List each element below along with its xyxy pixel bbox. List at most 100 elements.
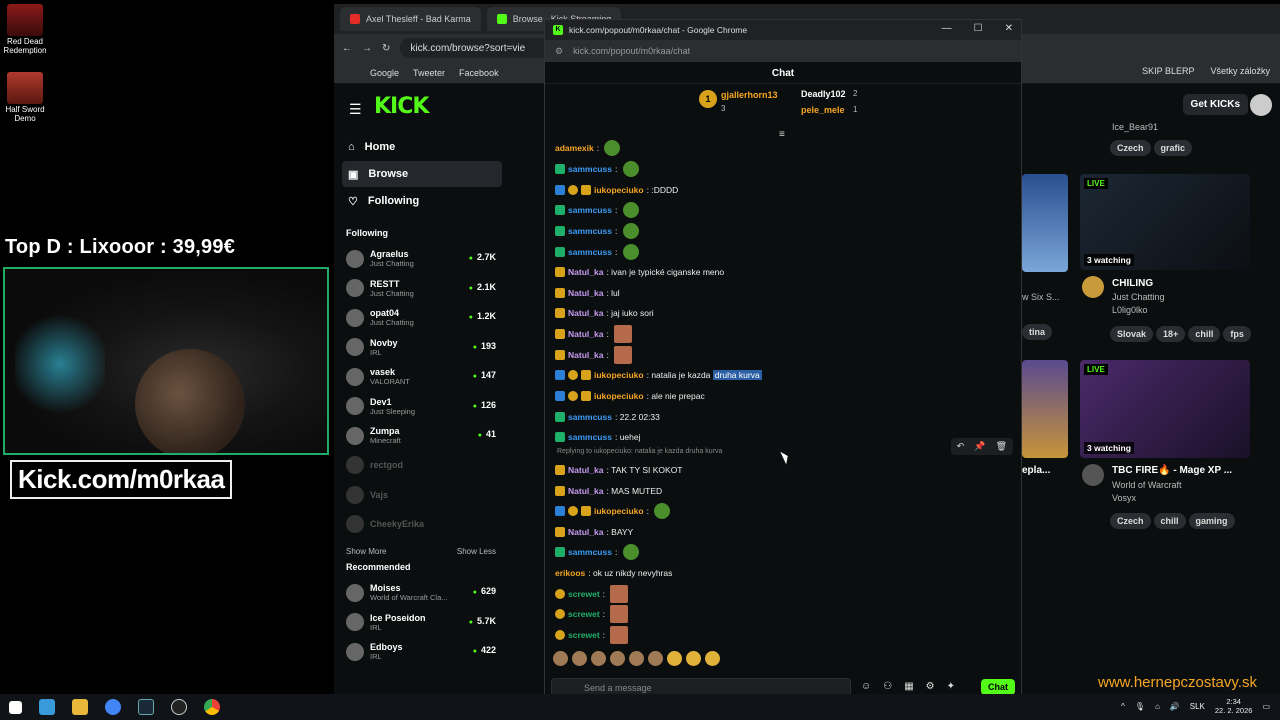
settings-icon[interactable]: ⚙ [926,681,935,692]
minimize-icon[interactable]: — [942,23,952,34]
following-item[interactable]: Dev1 Just Sleeping 126 [342,392,502,422]
chat-message[interactable]: Natul_ka: TAK TY SI KOKOT [545,460,1021,481]
chat-username[interactable]: sammcuss [568,547,612,557]
chat-username[interactable]: Natul_ka [568,329,603,339]
pin-icon[interactable]: 📌 [974,441,985,452]
chat-message[interactable]: iukopeciuko: [545,501,1021,522]
recommended-item[interactable]: Edboys IRL 422 [342,637,502,667]
tag[interactable]: Czech [1110,513,1151,529]
chat-message[interactable]: Natul_ka: [545,324,1021,345]
channel-avatar[interactable] [1082,276,1104,298]
following-item-offline[interactable]: rectgod [342,451,502,481]
chat-message[interactable]: sammcuss: [545,221,1021,242]
emote-icon[interactable] [629,651,644,666]
desktop-icon-half-sword[interactable]: Half Sword Demo [0,72,50,124]
notifications-icon[interactable]: ▭ [1262,702,1270,711]
desktop-icon-red-dead[interactable]: Red Dead Redemption [0,4,50,56]
file-explorer-icon[interactable] [72,699,88,715]
user-avatar[interactable] [1250,94,1272,116]
mic-icon[interactable]: 🎙 [1135,702,1145,711]
keyboard-language[interactable]: SLK [1190,702,1205,711]
chat-username[interactable]: screwet [568,630,600,640]
stream-thumbnail[interactable] [1022,360,1068,458]
emote-icon[interactable] [686,651,701,666]
chat-username[interactable]: screwet [568,589,600,599]
chevron-up-icon[interactable]: ^ [1121,702,1125,711]
chat-username[interactable]: screwet [568,609,600,619]
following-item[interactable]: RESTT Just Chatting 2.1K [342,274,502,304]
chat-username[interactable]: sammcuss [568,164,612,174]
browser-icon[interactable] [105,699,121,715]
tag[interactable]: 18+ [1156,326,1186,342]
back-icon[interactable]: ← [342,43,352,54]
steam-icon[interactable] [138,699,154,715]
chat-message[interactable]: Natul_ka: lul [545,282,1021,303]
chat-username[interactable]: sammcuss [568,205,612,215]
emote-icon[interactable] [705,651,720,666]
card-channel[interactable]: Vosyx [1112,493,1136,503]
leaderboard-name[interactable]: pele_mele [801,105,845,115]
kicks-icon[interactable]: ✦ [947,681,955,692]
following-item[interactable]: vasek VALORANT 147 [342,362,502,392]
obs-icon[interactable] [171,699,187,715]
stream-thumbnail-tbc[interactable]: LIVE 3 watching [1080,360,1250,458]
following-item[interactable]: Novby IRL 193 [342,333,502,363]
chat-username[interactable]: erikoos [555,568,585,578]
gift-icon[interactable]: ▦ [904,681,913,692]
tag[interactable]: chill [1188,326,1221,342]
chat-username[interactable]: sammcuss [568,247,612,257]
users-icon[interactable]: ⚇ [883,681,892,692]
volume-icon[interactable]: 🔊 [1170,702,1180,711]
chat-username[interactable]: Natul_ka [568,308,603,318]
bookmark-facebook[interactable]: Facebook [459,68,499,78]
reload-icon[interactable]: ↻ [382,43,390,54]
recommended-item[interactable]: Ice Poseidon IRL 5.7K [342,608,502,638]
show-less-button[interactable]: Show Less [457,547,496,556]
network-icon[interactable]: ⌂ [1155,702,1160,711]
send-chat-button[interactable]: Chat [981,679,1015,695]
maximize-icon[interactable]: ☐ [974,23,983,34]
chat-username[interactable]: adamexik [555,143,594,153]
chat-message[interactable]: iukopeciuko: ale nie prepac [545,386,1021,407]
chat-username[interactable]: sammcuss [568,226,612,236]
leaderboard-name[interactable]: Deadly102 [801,89,846,99]
chat-message[interactable]: sammcuss: uehej [545,427,1021,448]
following-item[interactable]: Zumpa Minecraft 41 [342,421,502,451]
show-more-button[interactable]: Show More [346,547,386,556]
chat-message[interactable]: adamexik: [545,138,1021,159]
following-item[interactable]: Agraelus Just Chatting 2.7K [342,244,502,274]
chat-message[interactable]: erikoos: ok uz nikdy nevyhras [545,563,1021,584]
tag[interactable]: fps [1223,326,1251,342]
tab-youtube[interactable]: Axel Thesleff - Bad Karma [340,7,481,31]
nav-home[interactable]: ⌂ Home [342,134,502,160]
card-channel[interactable]: L0lig0lko [1112,305,1148,315]
following-item[interactable]: opat04 Just Chatting 1.2K [342,303,502,333]
card-category[interactable]: Just Chatting [1112,292,1165,302]
chat-username[interactable]: Natul_ka [568,527,603,537]
channel-avatar[interactable] [1082,464,1104,486]
chat-username[interactable]: iukopeciuko [594,391,644,401]
chat-message[interactable]: screwet: [545,583,1021,604]
recommended-item[interactable]: Moises World of Warcraft Cla... 629 [342,578,502,608]
site-info-icon[interactable]: ⚙ [555,46,563,57]
chat-message[interactable]: iukopeciuko: :DDDD [545,179,1021,200]
chat-username[interactable]: iukopeciuko [594,185,644,195]
chrome-icon[interactable] [204,699,220,715]
tag[interactable]: Czech [1110,140,1151,156]
tag[interactable]: gaming [1188,513,1235,529]
emote-picker-icon[interactable]: ☺ [861,681,871,692]
nav-browse[interactable]: ▣ Browse [342,161,502,187]
chat-message[interactable]: screwet: [545,604,1021,625]
delete-icon[interactable]: 🗑 [996,441,1007,452]
chat-username[interactable]: Natul_ka [568,288,603,298]
chat-username[interactable]: iukopeciuko [594,370,644,380]
emote-icon[interactable] [553,651,568,666]
reply-icon[interactable]: ↶ [957,441,965,452]
partial-tag[interactable]: tina [1022,324,1053,340]
get-kicks-button[interactable]: Get KICKs [1182,94,1248,115]
nav-following[interactable]: ♡ Following [342,188,502,214]
emote-icon[interactable] [591,651,606,666]
menu-icon[interactable]: ☰ [349,101,362,118]
tag[interactable]: Slovak [1110,326,1154,342]
card-title[interactable]: TBC FIRE🔥 - Mage XP ... [1112,465,1232,476]
